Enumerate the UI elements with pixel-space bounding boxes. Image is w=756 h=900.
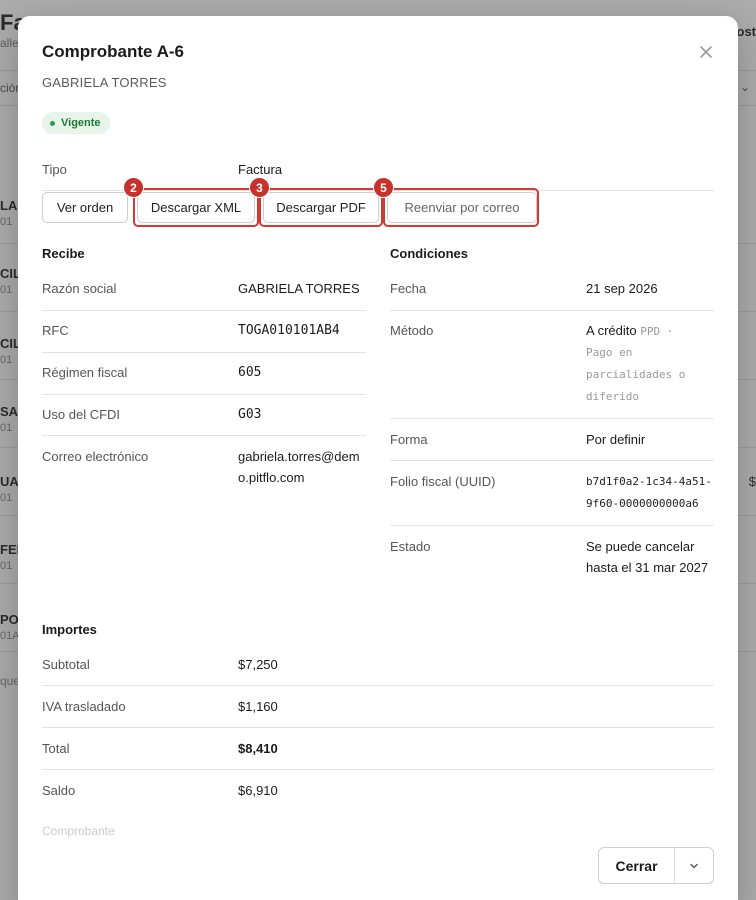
resend-email-button[interactable]: Reenviar por correo bbox=[387, 192, 537, 223]
forma-label: Forma bbox=[390, 432, 428, 447]
highlight-badge: 3 bbox=[249, 177, 270, 198]
saldo-value: $6,910 bbox=[238, 783, 278, 798]
section-heading-recibe: Recibe bbox=[42, 246, 85, 261]
razon-social-label: Razón social bbox=[42, 281, 117, 296]
status-dot-icon bbox=[50, 120, 55, 126]
folio-fiscal-value: b7d1f0a2-1c34-4a51-9f60-0000000000a6 bbox=[586, 475, 712, 510]
rfc-label: RFC bbox=[42, 323, 69, 338]
iva-value: $1,160 bbox=[238, 699, 278, 714]
divider bbox=[390, 310, 714, 311]
total-label: Total bbox=[42, 741, 70, 756]
section-heading-condiciones: Condiciones bbox=[390, 246, 469, 261]
divider bbox=[390, 460, 714, 461]
divider bbox=[390, 418, 714, 419]
regimen-fiscal-label: Régimen fiscal bbox=[42, 365, 128, 380]
modal-title: Comprobante A-6 bbox=[42, 42, 184, 61]
metodo-description: Pago en parcialidades o diferido bbox=[586, 346, 686, 403]
total-value: $8,410 bbox=[238, 741, 278, 756]
chevron-down-icon[interactable] bbox=[675, 848, 713, 883]
subtotal-label: Subtotal bbox=[42, 657, 90, 672]
divider bbox=[42, 727, 714, 728]
status-badge: Vigente bbox=[42, 112, 110, 134]
regimen-fiscal-value: 605 bbox=[238, 365, 262, 380]
estado-label: Estado bbox=[390, 539, 431, 554]
divider bbox=[42, 310, 366, 311]
tipo-value: Factura bbox=[238, 162, 283, 177]
uso-cfdi-label: Uso del CFDI bbox=[42, 407, 121, 422]
email-label: Correo electrónico bbox=[42, 449, 149, 464]
subtotal-value: $7,250 bbox=[238, 657, 278, 672]
download-xml-button[interactable]: Descargar XML bbox=[137, 192, 255, 223]
divider bbox=[42, 685, 714, 686]
faded-scroll-text: Comprobante bbox=[42, 824, 115, 838]
saldo-label: Saldo bbox=[42, 783, 76, 798]
download-pdf-button[interactable]: Descargar PDF bbox=[263, 192, 379, 223]
fecha-label: Fecha bbox=[390, 281, 427, 296]
tipo-label: Tipo bbox=[42, 162, 67, 177]
metodo-value: A crédito PPD · Pago en parcialidades o … bbox=[586, 320, 706, 408]
divider bbox=[390, 525, 714, 526]
email-value: gabriela.torres@demo.pitflo.com bbox=[238, 449, 360, 485]
divider bbox=[42, 394, 366, 395]
metodo-label: Método bbox=[390, 323, 434, 338]
folio-fiscal-label: Folio fiscal (UUID) bbox=[390, 474, 496, 489]
status-label: Vigente bbox=[61, 117, 101, 129]
invoice-modal: Comprobante A-6 GABRIELA TORRES Vigente … bbox=[18, 16, 738, 900]
uso-cfdi-value: G03 bbox=[238, 407, 262, 422]
divider bbox=[42, 769, 714, 770]
modal-subtitle: GABRIELA TORRES bbox=[42, 75, 167, 90]
highlight-badge: 2 bbox=[123, 177, 144, 198]
razon-social-value: GABRIELA TORRES bbox=[238, 281, 360, 296]
section-heading-importes: Importes bbox=[42, 622, 97, 637]
close-split-button: Cerrar bbox=[598, 847, 714, 884]
metodo-code: PPD · bbox=[640, 325, 674, 338]
fecha-value: 21 sep 2026 bbox=[586, 281, 658, 296]
divider bbox=[42, 352, 366, 353]
view-order-button[interactable]: Ver orden bbox=[42, 192, 128, 223]
estado-value: Se puede cancelar hasta el 31 mar 2027 bbox=[586, 539, 709, 575]
highlight-badge: 5 bbox=[373, 177, 394, 198]
close-icon[interactable] bbox=[696, 42, 716, 62]
forma-value: Por definir bbox=[586, 432, 646, 447]
close-button[interactable]: Cerrar bbox=[599, 848, 674, 883]
rfc-value: TOGA010101AB4 bbox=[238, 323, 340, 338]
iva-label: IVA trasladado bbox=[42, 699, 126, 714]
metodo-main: A crédito bbox=[586, 323, 637, 338]
divider bbox=[42, 435, 366, 436]
